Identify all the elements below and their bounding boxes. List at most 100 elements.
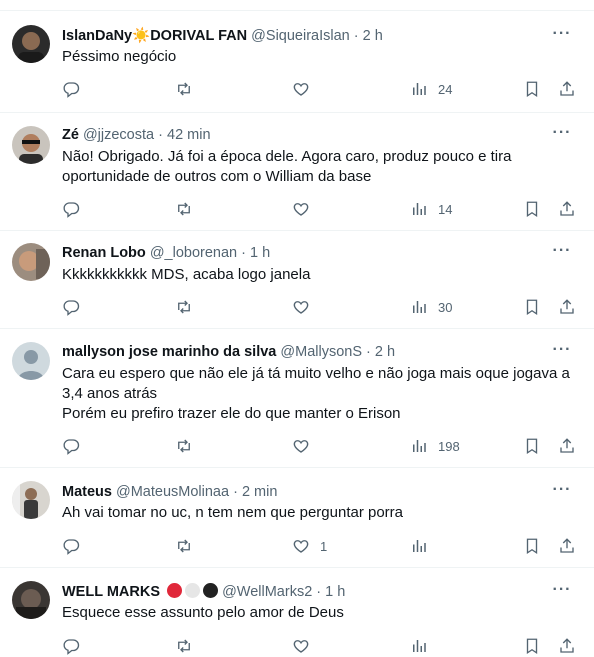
share-button[interactable]	[558, 78, 576, 100]
bookmark-button[interactable]	[523, 198, 541, 220]
views-count: 30	[438, 299, 453, 315]
like-button[interactable]	[292, 296, 320, 318]
bookmark-button[interactable]	[523, 535, 541, 557]
retweet-button[interactable]	[175, 635, 193, 657]
avatar[interactable]	[12, 25, 50, 63]
views-button[interactable]: 24	[410, 78, 452, 100]
tweet-text-line: Kkkkkkkkkkk MDS, acaba logo janela	[62, 266, 311, 283]
tweet-header: Zé @jjzecosta · 42 min	[62, 126, 544, 144]
user-name[interactable]: mallyson jose marinho da silva	[62, 344, 276, 360]
share-button[interactable]	[558, 635, 576, 657]
bookmark-button[interactable]	[523, 78, 541, 100]
reply-button[interactable]	[62, 535, 80, 557]
black-circle-icon	[203, 583, 219, 598]
user-name[interactable]: IslanDaNy	[62, 28, 132, 44]
like-button[interactable]	[292, 198, 320, 220]
tweet-text: Péssimo negócio	[62, 47, 580, 67]
like-button[interactable]: 1	[292, 535, 327, 557]
share-button[interactable]	[558, 535, 576, 557]
avatar[interactable]	[12, 481, 50, 519]
user-name[interactable]: WELL MARKS	[62, 584, 160, 600]
tweet[interactable]: Zé @jjzecosta · 42 min ··· Não! Obrigado…	[0, 113, 594, 231]
share-icon	[560, 299, 574, 314]
user-name[interactable]: Zé	[62, 127, 79, 143]
more-icon[interactable]: ···	[552, 26, 572, 47]
bookmark-button[interactable]	[523, 296, 541, 318]
retweet-icon	[178, 300, 190, 314]
avatar[interactable]	[12, 126, 50, 164]
reply-button[interactable]	[62, 635, 80, 657]
user-handle[interactable]: @_loborenan	[150, 245, 237, 261]
share-button[interactable]	[558, 296, 576, 318]
tweet[interactable]: Mateus @MateusMolinaa · 2 min ··· Ah vai…	[0, 468, 594, 568]
tweet-header: Renan Lobo @_loborenan · 1 h	[62, 244, 544, 262]
avatar[interactable]	[12, 243, 50, 281]
user-handle[interactable]: @MallysonS	[280, 344, 362, 360]
bookmark-button[interactable]	[523, 435, 541, 457]
separator-dot: ·	[233, 484, 238, 500]
tweet-actions: 14	[0, 198, 594, 220]
views-icon	[413, 203, 426, 215]
timestamp[interactable]: 2 min	[242, 484, 277, 500]
tweet-header: WELL MARKS @WellMarks2 · 1 h	[62, 583, 544, 601]
avatar[interactable]	[12, 581, 50, 619]
retweet-button[interactable]	[175, 78, 193, 100]
timestamp[interactable]: 1 h	[250, 245, 270, 261]
views-icon	[413, 540, 426, 552]
reply-button[interactable]	[62, 78, 80, 100]
user-handle[interactable]: @MateusMolinaa	[116, 484, 229, 500]
share-icon	[560, 438, 574, 453]
share-button[interactable]	[558, 435, 576, 457]
user-handle[interactable]: @SiqueiraIslan	[251, 28, 350, 44]
user-name[interactable]: Renan Lobo	[62, 245, 146, 261]
tweet[interactable]: IslanDaNy☀️DORIVAL FAN @SiqueiraIslan · …	[0, 11, 594, 113]
separator-dot: ·	[158, 127, 163, 143]
retweet-icon	[178, 82, 190, 96]
tweet-header: mallyson jose marinho da silva @Mallyson…	[62, 343, 544, 361]
retweet-button[interactable]	[175, 535, 193, 557]
like-button[interactable]	[292, 78, 320, 100]
retweet-button[interactable]	[175, 198, 193, 220]
retweet-button[interactable]	[175, 296, 193, 318]
views-button[interactable]: 198	[410, 435, 460, 457]
views-icon	[413, 83, 426, 95]
like-icon	[293, 540, 309, 553]
views-button[interactable]: 30	[410, 296, 452, 318]
share-icon	[560, 81, 574, 96]
reply-button[interactable]	[62, 435, 80, 457]
more-icon[interactable]: ···	[552, 243, 572, 264]
timestamp[interactable]: 42 min	[167, 127, 211, 143]
like-button[interactable]	[292, 435, 320, 457]
more-icon[interactable]: ···	[552, 342, 572, 363]
more-icon[interactable]: ···	[552, 482, 572, 503]
like-icon	[293, 83, 309, 96]
user-handle[interactable]: @jjzecosta	[83, 127, 154, 143]
retweet-button[interactable]	[175, 435, 193, 457]
views-count: 198	[438, 438, 460, 454]
tweet[interactable]: WELL MARKS @WellMarks2 · 1 h ··· Esquece…	[0, 568, 594, 655]
user-handle[interactable]: @WellMarks2	[222, 584, 312, 600]
tweet[interactable]: Renan Lobo @_loborenan · 1 h ··· Kkkkkkk…	[0, 231, 594, 329]
views-button[interactable]: 14	[410, 198, 452, 220]
reply-button[interactable]	[62, 198, 80, 220]
timestamp[interactable]: 2 h	[375, 344, 395, 360]
more-icon[interactable]: ···	[552, 125, 572, 146]
views-button[interactable]	[410, 635, 438, 657]
reply-button[interactable]	[62, 296, 80, 318]
timestamp[interactable]: 2 h	[363, 28, 383, 44]
like-button[interactable]	[292, 635, 320, 657]
views-icon	[413, 440, 426, 452]
user-name[interactable]: Mateus	[62, 484, 112, 500]
timestamp[interactable]: 1 h	[325, 584, 345, 600]
avatar[interactable]	[12, 342, 50, 380]
tweet-text-line: Esquece esse assunto pelo amor de Deus	[62, 604, 344, 621]
views-button[interactable]	[410, 535, 438, 557]
tweet[interactable]: mallyson jose marinho da silva @Mallyson…	[0, 329, 594, 468]
more-icon[interactable]: ···	[552, 582, 572, 603]
share-button[interactable]	[558, 198, 576, 220]
bookmark-button[interactable]	[523, 635, 541, 657]
bookmark-icon	[526, 81, 538, 98]
user-name-suffix[interactable]: DORIVAL FAN	[150, 28, 247, 44]
tweet-text: Kkkkkkkkkkk MDS, acaba logo janela	[62, 265, 580, 285]
like-icon	[293, 203, 309, 216]
